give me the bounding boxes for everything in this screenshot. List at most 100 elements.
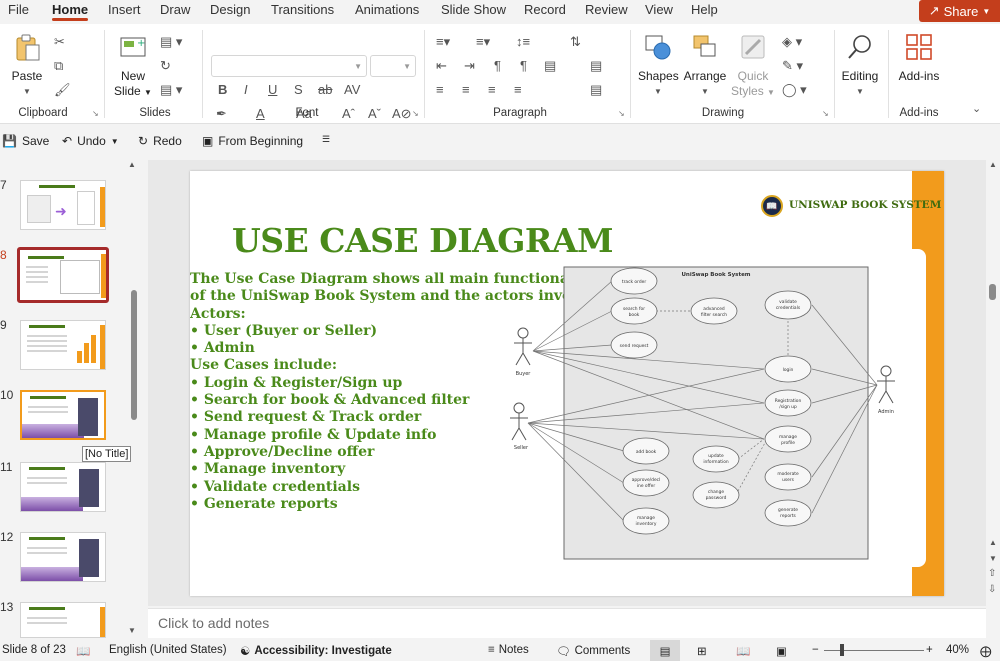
- grow-font-icon[interactable]: Aˆ: [342, 106, 355, 121]
- scroll-down-icon[interactable]: ▼: [989, 554, 997, 563]
- scroll-up-icon[interactable]: ▲: [989, 160, 997, 169]
- tab-record[interactable]: Record: [522, 2, 568, 17]
- use-case-diagram[interactable]: UniSwap Book System Buyer Seller Admin t…: [500, 263, 910, 563]
- slideshow-icon[interactable]: ▣: [776, 644, 787, 658]
- thumbnail-scrollbar[interactable]: [131, 290, 137, 420]
- comments-button[interactable]: 🗨 Comments: [556, 644, 630, 658]
- from-beginning-button[interactable]: ▣ From Beginning: [202, 134, 303, 148]
- align-text-icon[interactable]: ▤: [590, 58, 602, 74]
- editing-button[interactable]: Editing ▼: [838, 32, 882, 99]
- paste-button[interactable]: Paste ▼: [8, 32, 46, 99]
- align-left-icon[interactable]: ≡: [436, 82, 444, 97]
- dialog-launcher-icon[interactable]: ↘: [412, 109, 419, 118]
- layout-icon[interactable]: ▤ ▾: [160, 34, 182, 50]
- slide-thumbnail[interactable]: [20, 532, 106, 582]
- shape-effects-icon[interactable]: ◯ ▾: [782, 82, 807, 98]
- reading-view-icon[interactable]: 📖: [736, 644, 750, 658]
- new-slide-button[interactable]: + New Slide ▼: [112, 32, 154, 100]
- zoom-out-icon[interactable]: −: [812, 644, 819, 656]
- underline-icon[interactable]: U: [268, 82, 277, 97]
- copy-icon[interactable]: ⧉: [54, 58, 63, 74]
- collapse-ribbon-icon[interactable]: ⌄: [972, 102, 981, 115]
- share-button[interactable]: ↗ Share ▼: [919, 0, 1000, 22]
- dialog-launcher-icon[interactable]: ↘: [618, 109, 625, 118]
- slide-canvas[interactable]: 📖 UNISWAP BOOK SYSTEM USE CASE DIAGRAM T…: [190, 171, 944, 596]
- tab-design[interactable]: Design: [208, 2, 252, 17]
- zoom-slider[interactable]: [824, 650, 924, 651]
- normal-view-icon[interactable]: ▤: [650, 640, 680, 661]
- tab-slide-show[interactable]: Slide Show: [439, 2, 508, 17]
- next-slide-icon[interactable]: ⇩: [988, 584, 996, 595]
- font-color-icon[interactable]: A: [256, 106, 265, 121]
- redo-button[interactable]: ↻ Redo: [138, 134, 182, 148]
- slide-sorter-icon[interactable]: ⊞: [697, 644, 707, 658]
- slide-thumbnail[interactable]: [20, 320, 106, 370]
- previous-slide-icon[interactable]: ⇧: [988, 568, 996, 579]
- text-direction-icon[interactable]: ⇅: [570, 34, 581, 50]
- quick-styles-button[interactable]: Quick Styles ▼: [730, 32, 776, 100]
- dialog-launcher-icon[interactable]: ↘: [92, 109, 99, 118]
- notes-button[interactable]: ≡ Notes: [488, 644, 529, 656]
- slide-thumbnail[interactable]: [20, 602, 106, 638]
- shapes-button[interactable]: Shapes ▼: [638, 32, 679, 99]
- increase-indent-icon[interactable]: ⇥: [464, 58, 475, 74]
- undo-button[interactable]: ↶ Undo ▼: [62, 134, 119, 148]
- slide-thumbnail[interactable]: ➜: [20, 180, 106, 230]
- customize-qat-button[interactable]: ☰: [322, 134, 330, 145]
- scroll-down-icon[interactable]: ▼: [128, 626, 136, 635]
- spelling-icon[interactable]: 📖: [76, 644, 90, 658]
- shadow-icon[interactable]: S: [294, 82, 303, 97]
- tab-home[interactable]: Home: [50, 2, 90, 21]
- font-size-box[interactable]: ▼: [370, 55, 416, 77]
- scroll-thumb[interactable]: [989, 284, 996, 300]
- font-name-box[interactable]: ▼: [211, 55, 367, 77]
- tab-file[interactable]: File: [6, 2, 31, 17]
- justify-icon[interactable]: ≡: [514, 82, 522, 97]
- align-center-icon[interactable]: ≡: [462, 82, 470, 97]
- zoom-slider-thumb[interactable]: [840, 644, 844, 656]
- slide-thumbnail-selected[interactable]: [17, 247, 109, 303]
- notes-pane[interactable]: Click to add notes: [148, 608, 986, 638]
- save-button[interactable]: 💾 Save: [2, 134, 49, 148]
- editor-scrollbar[interactable]: ▲ ▲ ▼ ⇧ ⇩: [986, 160, 1000, 606]
- tab-transitions[interactable]: Transitions: [269, 2, 336, 17]
- clear-formatting-icon[interactable]: A⊘: [392, 106, 412, 122]
- scroll-down-icon[interactable]: ▲: [989, 538, 997, 547]
- strikethrough-icon[interactable]: ab: [318, 82, 332, 97]
- ltr-icon[interactable]: ¶: [520, 58, 527, 73]
- bold-icon[interactable]: B: [218, 82, 227, 97]
- zoom-level[interactable]: 40%: [946, 644, 969, 656]
- highlight-icon[interactable]: ✒: [216, 106, 227, 122]
- tab-view[interactable]: View: [643, 2, 675, 17]
- add-ins-button[interactable]: Add-ins: [892, 32, 946, 84]
- tab-review[interactable]: Review: [583, 2, 630, 17]
- tab-draw[interactable]: Draw: [158, 2, 192, 17]
- line-spacing-icon[interactable]: ↕≡: [516, 34, 530, 49]
- columns-icon[interactable]: ▤: [544, 58, 556, 74]
- dialog-launcher-icon[interactable]: ↘: [822, 109, 829, 118]
- align-right-icon[interactable]: ≡: [488, 82, 496, 97]
- character-spacing-icon[interactable]: AV: [344, 82, 360, 97]
- section-icon[interactable]: ▤ ▾: [160, 82, 182, 98]
- slide-thumbnail[interactable]: [20, 390, 106, 440]
- decrease-indent-icon[interactable]: ⇤: [436, 58, 447, 74]
- numbering-icon[interactable]: ≡▾: [476, 34, 490, 50]
- scroll-up-icon[interactable]: ▲: [128, 160, 136, 169]
- language-button[interactable]: English (United States): [109, 644, 227, 656]
- bullets-icon[interactable]: ≡▾: [436, 34, 450, 50]
- cut-icon[interactable]: ✂: [54, 34, 65, 50]
- shape-outline-icon[interactable]: ✎ ▾: [782, 58, 803, 74]
- accessibility-button[interactable]: ☯ Accessibility: Investigate: [240, 644, 392, 658]
- tab-help[interactable]: Help: [689, 2, 720, 17]
- slide-thumbnail[interactable]: [20, 462, 106, 512]
- slide-title[interactable]: USE CASE DIAGRAM: [232, 221, 614, 260]
- tab-insert[interactable]: Insert: [106, 2, 143, 17]
- zoom-in-icon[interactable]: +: [926, 644, 933, 656]
- reset-icon[interactable]: ↻: [160, 58, 171, 74]
- shape-fill-icon[interactable]: ◈ ▾: [782, 34, 802, 50]
- tab-animations[interactable]: Animations: [353, 2, 421, 17]
- rtl-icon[interactable]: ¶: [494, 58, 501, 73]
- fit-to-window-icon[interactable]: ⨁: [980, 644, 992, 658]
- format-painter-icon[interactable]: 🖌: [54, 82, 71, 98]
- smartart-icon[interactable]: ▤: [590, 82, 602, 98]
